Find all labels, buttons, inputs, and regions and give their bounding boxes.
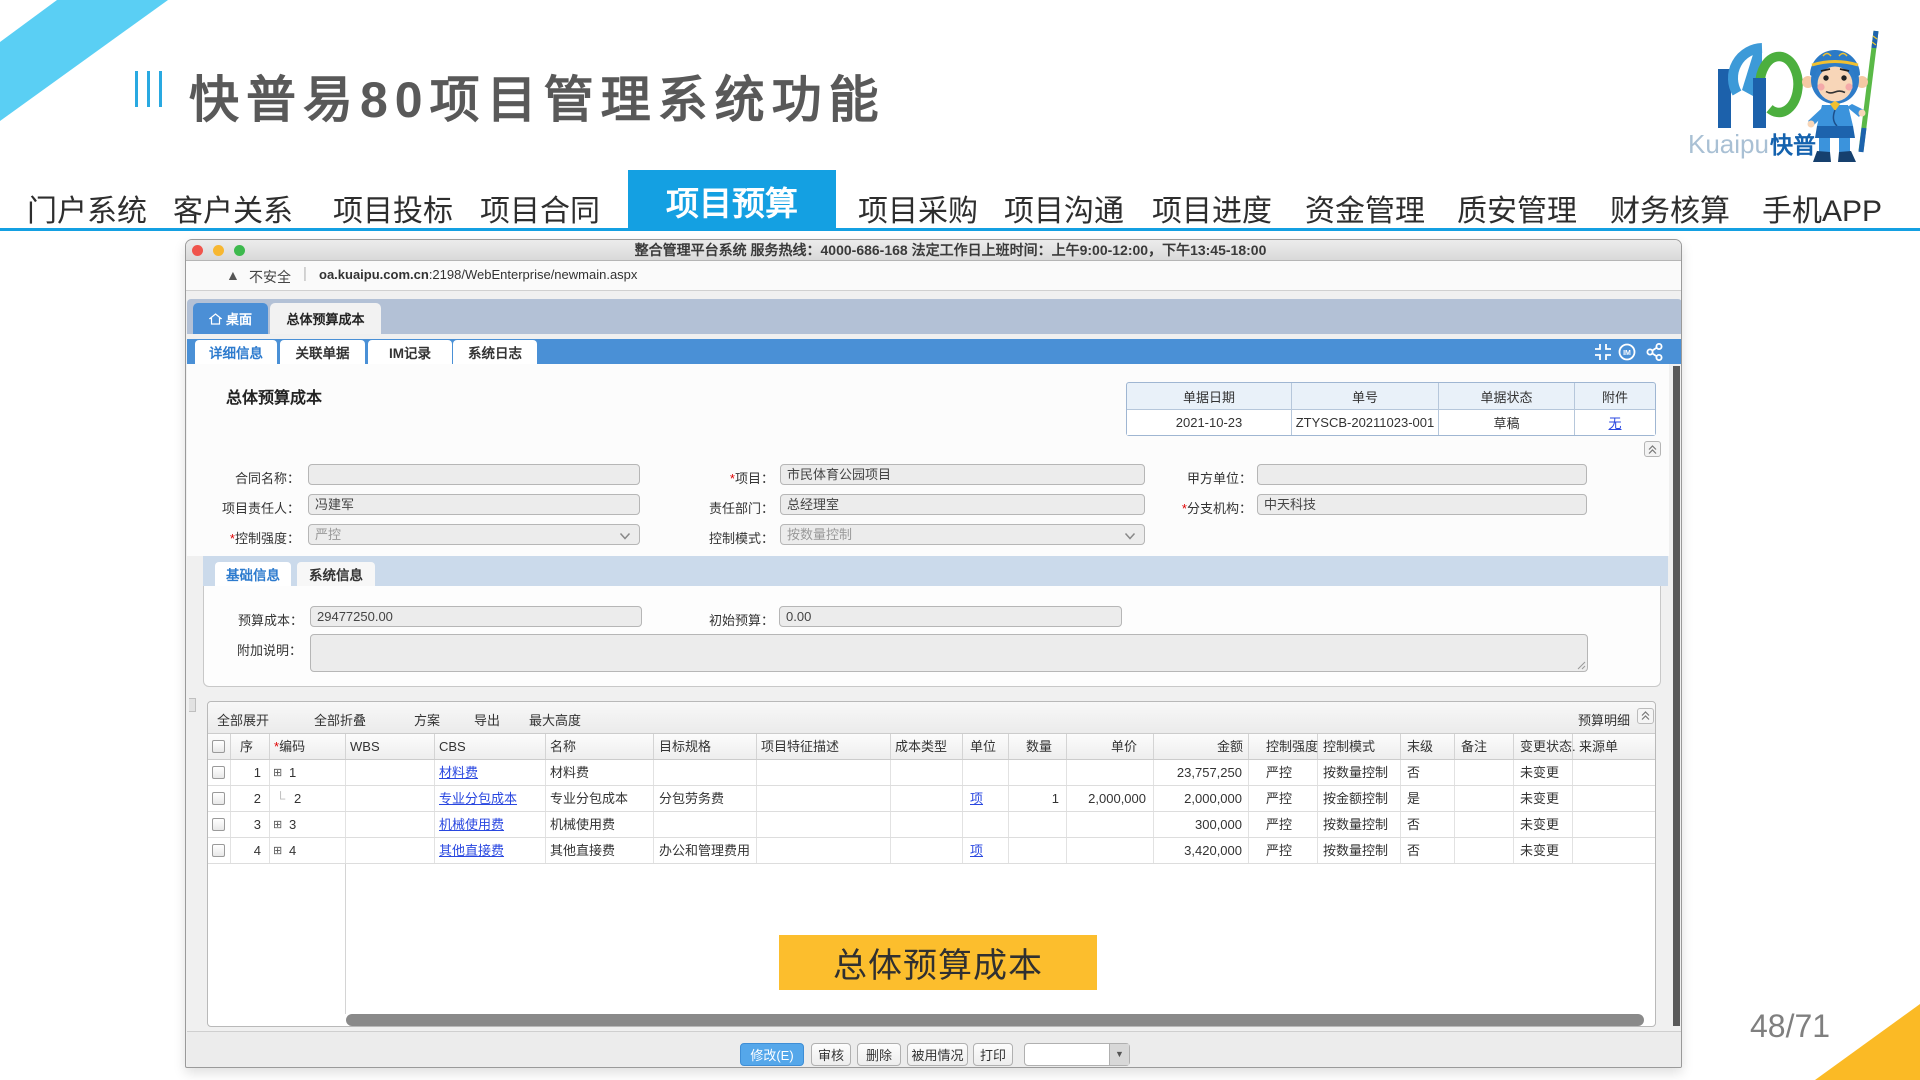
svg-text:Kuaipu: Kuaipu (1688, 129, 1769, 159)
svg-text:快普: 快普 (1770, 132, 1816, 158)
svg-text:IM: IM (1623, 350, 1631, 357)
